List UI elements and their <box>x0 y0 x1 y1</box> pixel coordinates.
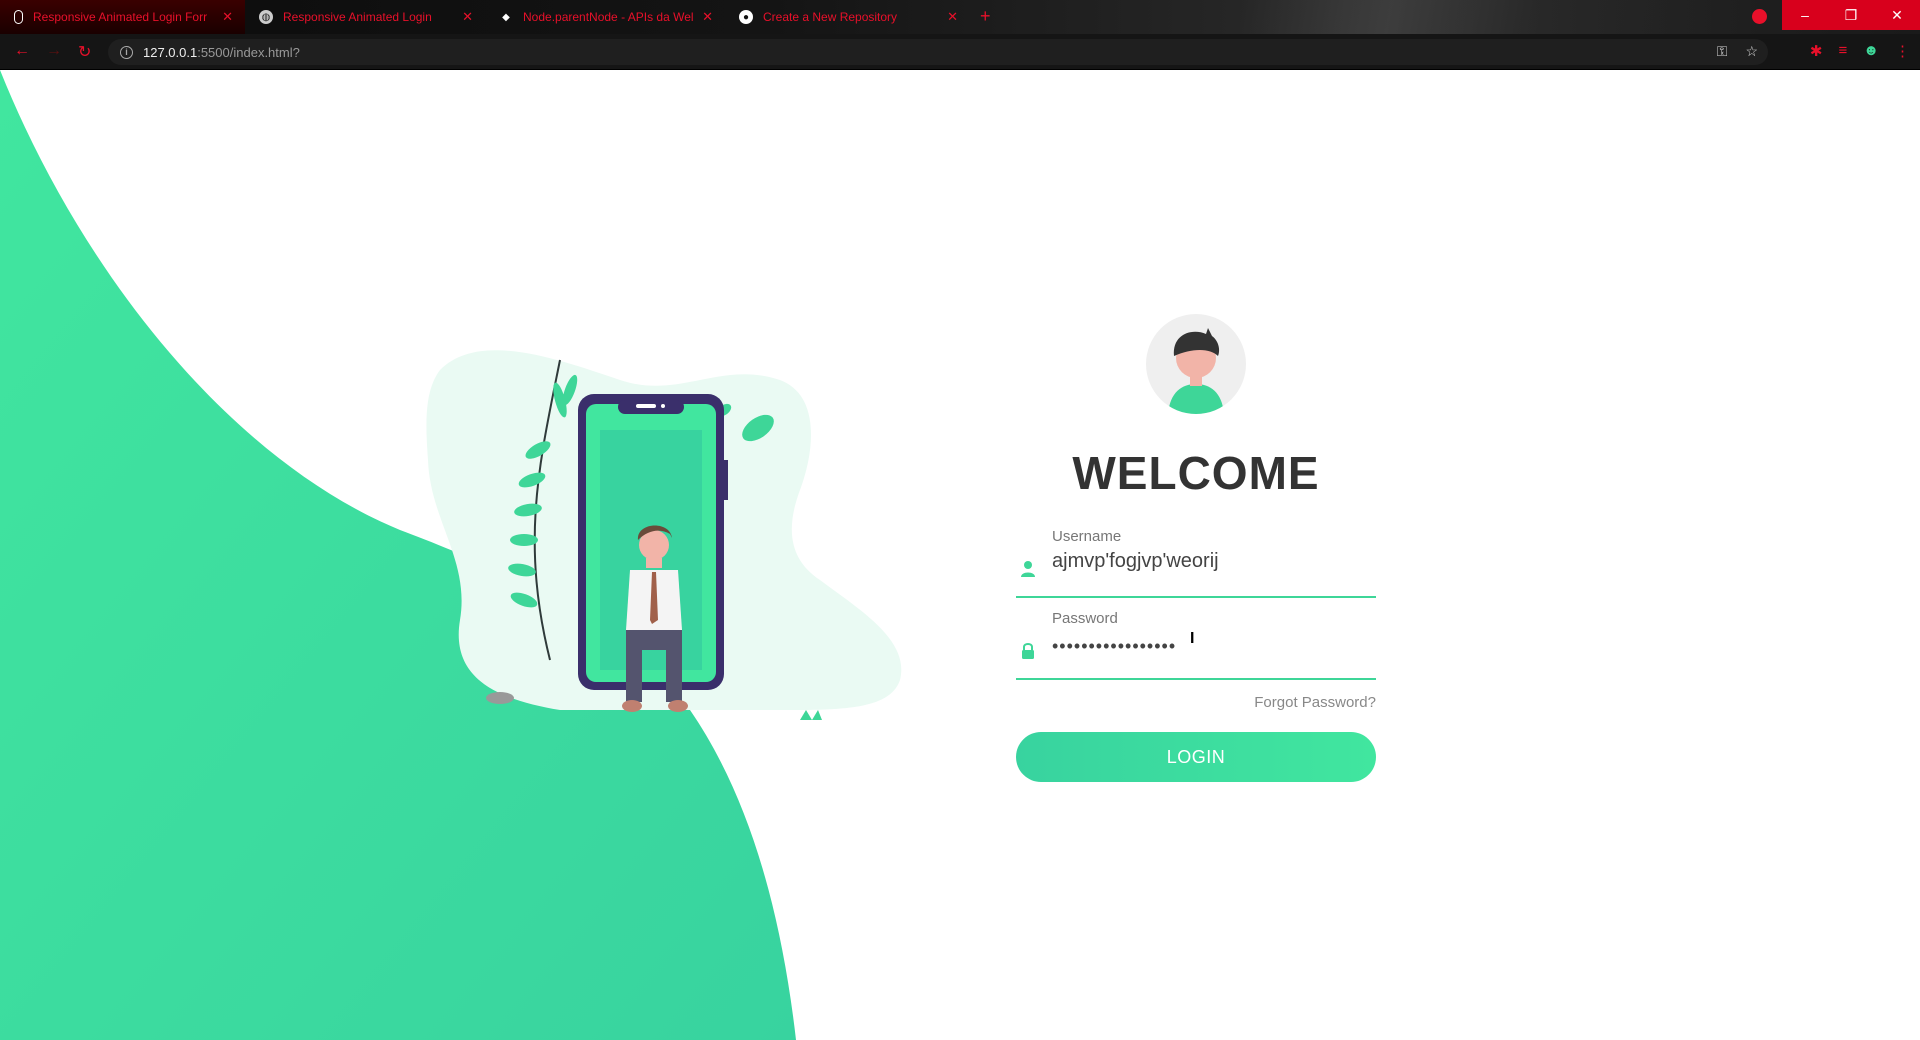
password-input[interactable]: ••••••••••••••••• <box>1052 636 1176 657</box>
restore-button[interactable]: ❐ <box>1828 0 1874 30</box>
tab-title: Responsive Animated Login Forr <box>33 10 208 24</box>
login-button[interactable]: LOGIN <box>1016 732 1376 782</box>
green-wave-background <box>0 70 796 1040</box>
welcome-title: WELCOME <box>1072 447 1320 499</box>
lock-icon <box>1022 643 1034 659</box>
info-icon[interactable]: i <box>120 45 133 59</box>
tab-new-repository[interactable]: ● Create a New Repository ✕ <box>725 0 970 34</box>
tab-animated-login[interactable]: ◍ Responsive Animated Login ✕ <box>245 0 485 34</box>
menu-icon[interactable]: ⋮ <box>1895 42 1910 60</box>
grass <box>800 710 822 720</box>
user-icon <box>1021 561 1035 577</box>
username-input[interactable]: ajmvp'fogjvp'weorij <box>1052 550 1219 573</box>
tab-title: Responsive Animated Login <box>283 10 432 24</box>
rock <box>486 692 514 704</box>
minimize-button[interactable]: – <box>1782 0 1828 30</box>
mdn-icon: ◆ <box>502 11 510 23</box>
user-avatar-icon <box>1168 328 1224 414</box>
close-icon[interactable]: ✕ <box>222 9 233 25</box>
login-page: WELCOME Username ajmvp'fogjvp'weorij Pas… <box>0 70 1920 1040</box>
puzzle-icon[interactable]: ✱ <box>1810 42 1823 60</box>
browser-tab-bar: Responsive Animated Login Forr ✕ ◍ Respo… <box>0 0 1920 34</box>
forgot-password-link[interactable]: Forgot Password? <box>1254 694 1376 711</box>
new-tab-button[interactable]: + <box>980 6 991 27</box>
extension-avatar-icon[interactable]: ☻ <box>1863 42 1879 60</box>
github-icon: ● <box>739 10 753 24</box>
text-cursor-icon: I <box>1190 630 1195 647</box>
close-icon[interactable]: ✕ <box>947 9 958 25</box>
url-path: :5500/index.html? <box>197 44 300 60</box>
globe-icon: ◍ <box>259 10 273 24</box>
star-icon[interactable]: ☆ <box>1745 43 1758 60</box>
phone-illustration <box>426 350 902 720</box>
tab-title: Node.parentNode - APIs da Wel <box>523 10 694 24</box>
password-field[interactable]: Password ••••••••••••••••• <box>1016 610 1376 680</box>
close-icon[interactable]: ✕ <box>462 9 473 25</box>
username-field[interactable]: Username ajmvp'fogjvp'weorij <box>1016 528 1376 598</box>
reading-list-icon[interactable]: ≡ <box>1838 42 1847 60</box>
reload-icon[interactable]: ↻ <box>78 42 91 62</box>
password-label: Password <box>1052 610 1118 627</box>
tab-title: Create a New Repository <box>763 10 898 24</box>
forward-icon[interactable]: → <box>46 42 62 60</box>
close-icon[interactable]: ✕ <box>702 9 713 25</box>
browser-toolbar: ← → ↻ i 127.0.0.1:5500/index.html? ⚿ ☆ ✱… <box>0 34 1920 104</box>
tab-node-parentnode[interactable]: ◆ Node.parentNode - APIs da Wel ✕ <box>485 0 725 34</box>
key-icon[interactable]: ⚿ <box>1717 43 1728 60</box>
extension-icon[interactable] <box>1752 9 1767 24</box>
microphone-icon <box>14 10 23 24</box>
avatar <box>1146 314 1246 414</box>
address-bar[interactable]: i 127.0.0.1:5500/index.html? ⚿ ☆ <box>108 39 1768 65</box>
tab-login-form[interactable]: Responsive Animated Login Forr ✕ <box>0 0 245 34</box>
url-host: 127.0.0.1 <box>143 44 198 60</box>
back-icon[interactable]: ← <box>14 42 30 60</box>
username-label: Username <box>1052 528 1122 545</box>
close-window-button[interactable]: ✕ <box>1874 0 1920 30</box>
